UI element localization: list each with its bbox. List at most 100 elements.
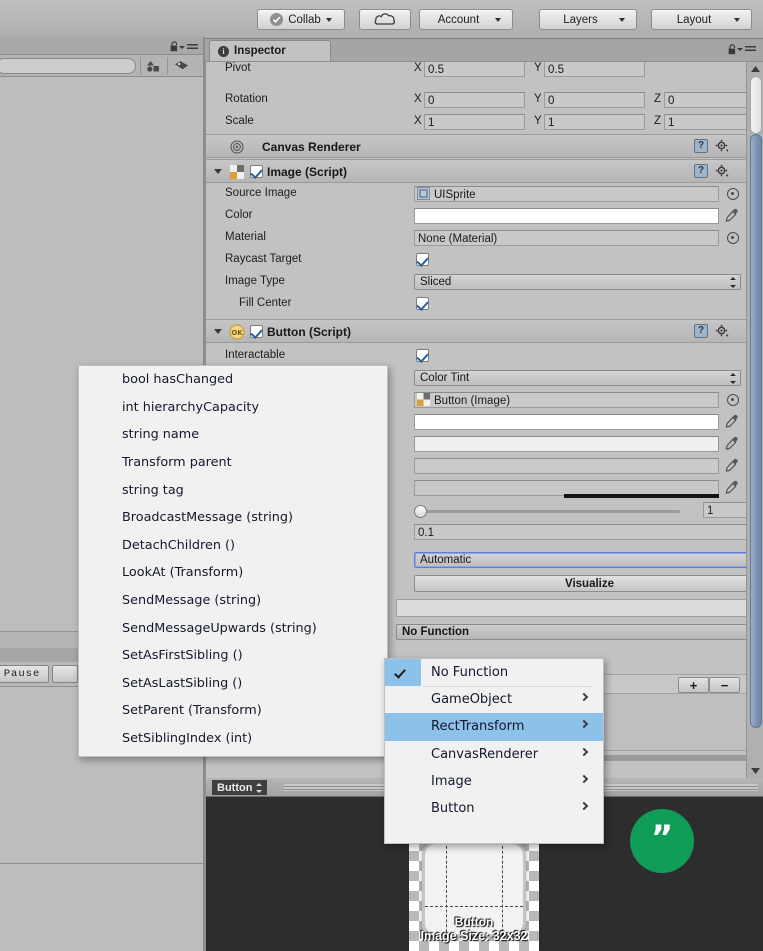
scroll-up-arrow-icon[interactable] xyxy=(749,63,762,75)
gear-icon[interactable] xyxy=(715,324,730,338)
function-dropdown-menu[interactable]: No Function GameObject RectTransform Canvas… xyxy=(384,658,604,844)
rotation-x-axis: X xyxy=(414,93,422,105)
collab-button[interactable]: Collab xyxy=(257,9,345,30)
image-component-icon xyxy=(417,393,430,406)
highlighted-color-swatch[interactable] xyxy=(414,436,719,452)
pressed-color-swatch[interactable] xyxy=(414,458,719,474)
target-graphic-field[interactable]: Button (Image) xyxy=(414,392,719,408)
foldout-arrow-icon[interactable] xyxy=(214,169,222,174)
button-enabled-checkbox[interactable] xyxy=(250,325,263,338)
console-panel xyxy=(0,863,205,951)
context-menu-item[interactable]: string tag xyxy=(79,476,387,504)
navigation-dropdown[interactable]: Automatic xyxy=(414,552,763,568)
gear-icon[interactable] xyxy=(715,139,730,153)
preview-object-selector[interactable]: Button xyxy=(212,780,268,795)
gear-icon[interactable] xyxy=(715,164,730,178)
eyedropper-icon[interactable] xyxy=(725,208,739,223)
fill-center-checkbox[interactable] xyxy=(416,297,429,310)
context-menu-item[interactable]: int hierarchyCapacity xyxy=(79,394,387,422)
function-menu-item[interactable]: GameObject xyxy=(385,686,603,713)
add-listener-button[interactable]: + xyxy=(678,677,709,693)
shapes-icon[interactable] xyxy=(140,57,166,75)
eyedropper-icon[interactable] xyxy=(725,458,739,473)
context-menu-item[interactable]: SendMessageUpwards (string) xyxy=(79,614,387,642)
step-button[interactable] xyxy=(52,665,78,683)
eyedropper-icon[interactable] xyxy=(725,480,739,495)
context-menu-item[interactable]: Transform parent xyxy=(79,449,387,477)
scroll-down-arrow-icon[interactable] xyxy=(749,765,762,777)
function-menu-item[interactable]: Button xyxy=(385,795,603,822)
lock-icon[interactable] xyxy=(728,44,737,55)
caret-icon xyxy=(179,46,185,49)
tag-icon[interactable] xyxy=(167,57,194,75)
function-menu-item[interactable]: CanvasRenderer xyxy=(385,741,603,768)
rotation-y-field[interactable]: 0 xyxy=(544,92,645,108)
context-menu-item[interactable]: SetSiblingIndex (int) xyxy=(79,725,387,753)
function-menu-item[interactable]: Image xyxy=(385,768,603,795)
remove-listener-button[interactable]: − xyxy=(709,677,740,693)
preview-object-label: Button xyxy=(217,781,253,794)
updown-icon xyxy=(256,782,263,793)
slider-handle[interactable] xyxy=(414,505,427,518)
context-menu-item[interactable]: SetAsFirstSibling () xyxy=(79,642,387,670)
layout-button[interactable]: Layout xyxy=(651,9,752,30)
transform-members-context-menu[interactable]: bool hasChanged int hierarchyCapacity stri… xyxy=(78,365,388,757)
object-picker-icon[interactable] xyxy=(727,394,739,406)
scrollbar-track[interactable] xyxy=(750,76,762,134)
help-icon[interactable]: ? xyxy=(694,164,708,178)
help-icon[interactable]: ? xyxy=(694,324,708,338)
layers-button[interactable]: Layers xyxy=(539,9,637,30)
account-button[interactable]: Account xyxy=(419,9,513,30)
search-input[interactable] xyxy=(0,58,136,74)
component-header-image-script[interactable]: Image (Script) ? xyxy=(206,159,746,183)
inspector-menu-icon[interactable] xyxy=(737,46,756,53)
material-field[interactable]: None (Material) xyxy=(414,230,719,246)
context-menu-item[interactable]: SendMessage (string) xyxy=(79,587,387,615)
function-menu-item[interactable]: No Function xyxy=(385,659,603,687)
hangouts-quote-icon[interactable]: ” xyxy=(630,809,694,873)
scale-z-axis: Z xyxy=(654,115,662,127)
context-menu-item[interactable]: bool hasChanged xyxy=(79,366,387,394)
button-script-title: Button (Script) xyxy=(267,325,351,339)
transition-dropdown[interactable]: Color Tint xyxy=(414,370,741,386)
object-picker-icon[interactable] xyxy=(727,232,739,244)
function-menu-item[interactable]: RectTransform xyxy=(385,713,603,741)
panel-menu-icon[interactable] xyxy=(179,44,198,51)
image-enabled-checkbox[interactable] xyxy=(250,165,263,178)
inspector-tab-label: Inspector xyxy=(234,45,286,57)
context-menu-item[interactable]: string name xyxy=(79,421,387,449)
interactable-checkbox[interactable] xyxy=(416,349,429,362)
eyedropper-icon[interactable] xyxy=(725,414,739,429)
source-image-field[interactable]: UISprite xyxy=(414,186,719,202)
raycast-target-checkbox[interactable] xyxy=(416,253,429,266)
context-menu-item[interactable]: SetParent (Transform) xyxy=(79,697,387,725)
lock-icon[interactable] xyxy=(170,41,179,52)
scrollbar-thumb[interactable] xyxy=(750,134,762,728)
tab-inspector[interactable]: i Inspector xyxy=(209,40,331,61)
inspector-scrollbar[interactable] xyxy=(746,62,763,778)
slider-track[interactable] xyxy=(418,510,680,513)
context-menu-item[interactable]: LookAt (Transform) xyxy=(79,559,387,587)
foldout-arrow-icon[interactable] xyxy=(214,329,222,334)
color-swatch[interactable] xyxy=(414,208,719,224)
object-picker-icon[interactable] xyxy=(727,188,739,200)
scale-x-field[interactable]: 1 xyxy=(424,114,525,130)
help-icon[interactable]: ? xyxy=(694,139,708,153)
onclick-function-dropdown[interactable]: No Function xyxy=(396,624,763,640)
context-menu-item[interactable]: DetachChildren () xyxy=(79,532,387,560)
cloud-button[interactable] xyxy=(359,9,411,30)
component-header-button-script[interactable]: OK Button (Script) ? xyxy=(206,319,746,343)
rotation-x-field[interactable]: 0 xyxy=(424,92,525,108)
fade-duration-field[interactable]: 0.1 xyxy=(414,524,763,540)
normal-color-swatch[interactable] xyxy=(414,414,719,430)
pause-button[interactable]: Pause xyxy=(0,665,49,683)
pivot-x-field[interactable]: 0.5 xyxy=(424,62,525,77)
context-menu-item[interactable]: SetAsLastSibling () xyxy=(79,670,387,698)
scale-y-field[interactable]: 1 xyxy=(544,114,645,130)
image-type-dropdown[interactable]: Sliced xyxy=(414,274,741,290)
eyedropper-icon[interactable] xyxy=(725,436,739,451)
component-header-canvas-renderer[interactable]: Canvas Renderer ? xyxy=(206,134,746,158)
pivot-y-field[interactable]: 0.5 xyxy=(544,62,645,77)
context-menu-item[interactable]: BroadcastMessage (string) xyxy=(79,504,387,532)
visualize-button[interactable]: Visualize xyxy=(414,575,763,592)
